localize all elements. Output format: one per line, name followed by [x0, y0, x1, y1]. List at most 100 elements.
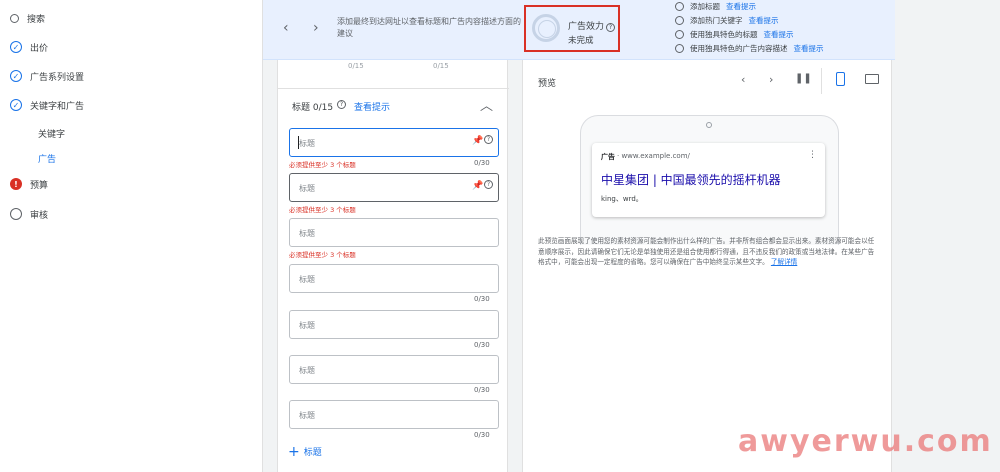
- suggestion-label: 添加标题: [690, 1, 720, 11]
- sidebar-item-campaign-settings[interactable]: ✓ 广告系列设置: [10, 68, 84, 84]
- headline-section-title: 标题 0/15: [292, 103, 334, 113]
- divider: [278, 88, 509, 89]
- plus-icon: +: [288, 443, 300, 460]
- preview-disclaimer-text: 此预览画面展现了使用您的素材资源可能会制作出什么样的广告。并非所有组合都会显示出…: [538, 237, 875, 266]
- sidebar-item-label: 审核: [30, 210, 49, 221]
- chevron-left-icon[interactable]: ‹: [741, 73, 745, 86]
- sidebar-item-review[interactable]: 审核: [10, 206, 48, 222]
- view-tip-link[interactable]: 查看提示: [794, 43, 824, 54]
- headline-placeholder: 标题: [299, 184, 315, 193]
- headline-editor: 0/15 0/15 标题 0/15 ? 查看提示 ︿ 标题 📌 ? 必须提供至少…: [277, 60, 509, 472]
- view-tip-link[interactable]: 查看提示: [749, 15, 779, 26]
- char-counter: 0/30: [474, 386, 490, 394]
- error-message: 必须提供至少 3 个标题: [289, 251, 356, 259]
- ad-strength-ring-icon: [532, 14, 560, 42]
- ad-badge: 广告: [601, 153, 615, 161]
- char-counter: 0/15: [433, 62, 449, 70]
- check-circle-icon: ✓: [10, 99, 22, 111]
- search-icon: [10, 13, 19, 23]
- phone-mockup: 广告 · www.example.com/ ⋮ 中星集团 | 中国最领先的摇杆机…: [580, 115, 839, 245]
- watermark: awyerwu.com: [738, 424, 993, 459]
- sidebar-item-bidding[interactable]: ✓ 出价: [10, 39, 48, 55]
- mobile-view-icon[interactable]: [836, 72, 845, 86]
- add-headline-button[interactable]: + 标题: [288, 443, 322, 460]
- chevron-left-icon[interactable]: ‹: [283, 20, 289, 36]
- char-counter: 0/30: [474, 295, 490, 303]
- radio-icon[interactable]: [675, 43, 684, 53]
- camera-icon: [706, 122, 712, 128]
- sidebar-item-label: 预算: [30, 180, 49, 191]
- check-circle-icon: ✓: [10, 70, 22, 82]
- error-message: 必须提供至少 3 个标题: [289, 206, 356, 214]
- suggestion-item[interactable]: 添加热门关键字 查看提示: [675, 14, 779, 26]
- learn-more-link[interactable]: 了解详情: [771, 258, 797, 266]
- suggestion-label: 使用独具特色的标题: [690, 29, 758, 39]
- ad-headline: 中星集团 | 中国最领先的摇杆机器: [601, 173, 781, 187]
- headline-input-6[interactable]: 标题: [289, 355, 499, 384]
- ad-strength-bar: ‹ › 添加最终到达网址以查看标题和广告内容描述方面的建议 广告效力? 未完成 …: [263, 0, 895, 60]
- char-counter: 0/30: [474, 431, 490, 439]
- headline-placeholder: 标题: [299, 411, 315, 420]
- help-icon[interactable]: ?: [484, 180, 493, 189]
- ad-card: 广告 · www.example.com/ ⋮ 中星集团 | 中国最领先的摇杆机…: [592, 143, 825, 217]
- headline-input-4[interactable]: 标题: [289, 264, 499, 293]
- radio-icon[interactable]: [675, 1, 684, 11]
- headline-placeholder: 标题: [299, 139, 315, 148]
- divider: [821, 68, 822, 94]
- suggestion-label: 添加热门关键字: [690, 15, 743, 25]
- help-icon[interactable]: ?: [484, 135, 493, 144]
- ad-strength-panel: 广告效力? 未完成: [524, 5, 620, 52]
- sidebar-item-label: 关键字和广告: [30, 101, 85, 112]
- sidebar-subitem-keywords[interactable]: 关键字: [38, 127, 65, 140]
- help-icon[interactable]: ?: [337, 100, 346, 109]
- error-message: 必须提供至少 3 个标题: [289, 161, 356, 169]
- pin-icon[interactable]: 📌: [472, 136, 483, 146]
- sidebar-item-keywords-and-ads[interactable]: ✓ 关键字和广告: [10, 97, 84, 113]
- headline-placeholder: 标题: [299, 321, 315, 330]
- ad-preview-panel: 预览 ‹ › ❚❚ 广告 · www.example.com/ ⋮ 中星集团 |…: [522, 60, 892, 472]
- chevron-right-icon[interactable]: ›: [769, 73, 773, 86]
- help-icon[interactable]: ?: [606, 23, 616, 32]
- sidebar-item-budget[interactable]: ! 预算: [10, 176, 48, 192]
- chevron-right-icon[interactable]: ›: [313, 20, 319, 36]
- char-counter: 0/15: [348, 62, 364, 70]
- preview-title: 预览: [538, 79, 557, 89]
- view-tip-link[interactable]: 查看提示: [726, 1, 756, 12]
- headline-placeholder: 标题: [299, 229, 315, 238]
- suggestion-item[interactable]: 添加标题 查看提示: [675, 0, 756, 12]
- sidebar-subitem-ads[interactable]: 广告: [38, 152, 56, 165]
- pause-icon[interactable]: ❚❚: [795, 73, 812, 84]
- add-headline-label: 标题: [303, 448, 322, 458]
- char-counter: 0/30: [474, 159, 490, 167]
- suggestion-hint: 添加最终到达网址以查看标题和广告内容描述方面的建议: [337, 17, 521, 38]
- headline-placeholder: 标题: [299, 275, 315, 284]
- ad-display-url: · www.example.com/: [617, 152, 690, 160]
- headline-input-7[interactable]: 标题: [289, 400, 499, 429]
- empty-circle-icon: [10, 208, 22, 220]
- headline-input-3[interactable]: 标题: [289, 218, 499, 247]
- sidebar: 搜索 ✓ 出价 ✓ 广告系列设置 ✓ 关键字和广告 关键字 广告 ! 预算 审核: [0, 0, 263, 472]
- radio-icon[interactable]: [675, 15, 684, 25]
- preview-disclaimer: 此预览画面展现了使用您的素材资源可能会制作出什么样的广告。并非所有组合都会显示出…: [538, 236, 876, 268]
- ad-strength-title: 广告效力?: [568, 19, 616, 32]
- view-tip-link[interactable]: 查看提示: [354, 100, 390, 113]
- headline-input-2[interactable]: 标题 📌 ?: [289, 173, 499, 202]
- headline-input-1[interactable]: 标题 📌 ?: [289, 128, 499, 157]
- suggestion-item[interactable]: 使用独具特色的广告内容描述 查看提示: [675, 42, 824, 54]
- headline-input-5[interactable]: 标题: [289, 310, 499, 339]
- ad-strength-status: 未完成: [568, 36, 594, 46]
- chevron-up-icon[interactable]: ︿: [480, 95, 493, 114]
- suggestion-item[interactable]: 使用独具特色的标题 查看提示: [675, 28, 794, 40]
- more-vert-icon[interactable]: ⋮: [808, 150, 817, 160]
- ad-description: king、wrd。: [601, 195, 643, 203]
- check-circle-icon: ✓: [10, 41, 22, 53]
- headline-placeholder: 标题: [299, 366, 315, 375]
- sidebar-item-label: 广告系列设置: [30, 72, 85, 83]
- sidebar-item-search[interactable]: 搜索: [10, 10, 45, 26]
- desktop-view-icon[interactable]: [865, 74, 879, 84]
- pin-icon[interactable]: 📌: [472, 181, 483, 191]
- sidebar-item-label: 出价: [30, 43, 49, 54]
- radio-icon[interactable]: [675, 29, 684, 39]
- char-counter: 0/30: [474, 341, 490, 349]
- view-tip-link[interactable]: 查看提示: [764, 29, 794, 40]
